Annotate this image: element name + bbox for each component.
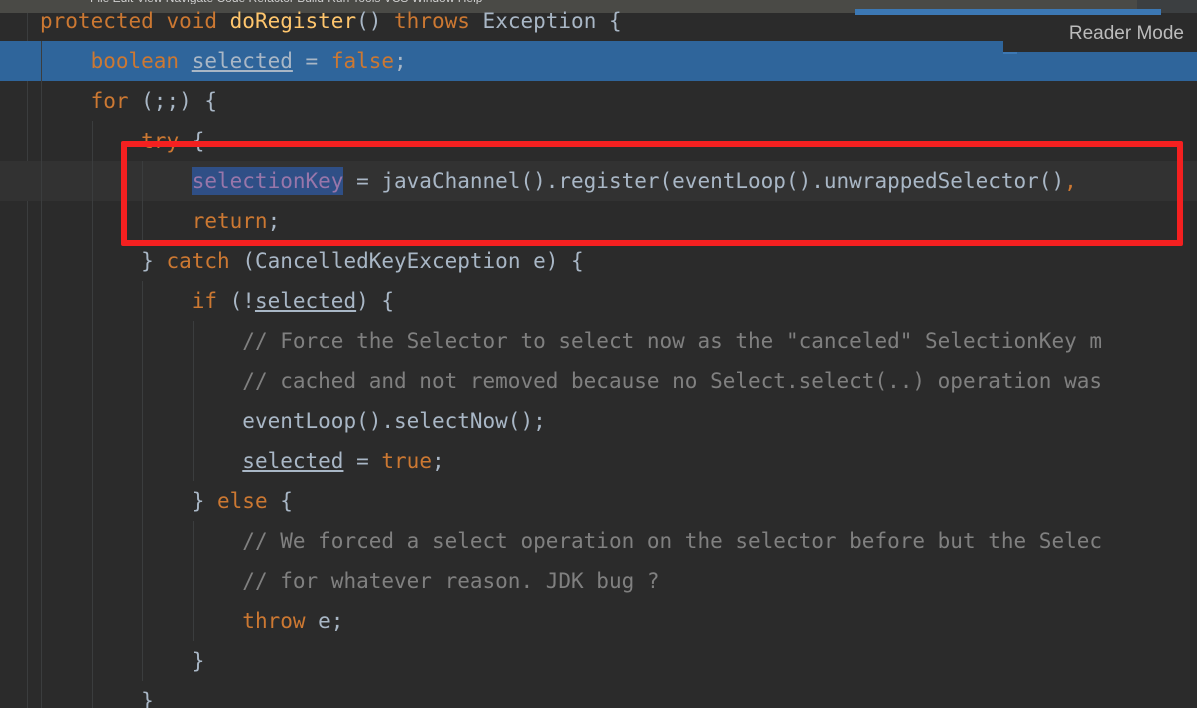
code-token[interactable]: selectionKey	[191, 167, 344, 195]
code-line[interactable]: try {	[0, 121, 1197, 161]
code-line[interactable]: // cached and not removed because no Sel…	[0, 361, 1197, 401]
code-token[interactable]: false	[331, 49, 394, 73]
code-line[interactable]: // Force the Selector to select now as t…	[0, 321, 1197, 361]
code-token[interactable]: true	[381, 449, 432, 473]
code-token[interactable]: ()	[356, 9, 394, 33]
code-token[interactable]: throw	[242, 609, 318, 633]
code-token[interactable]: ;	[268, 209, 281, 233]
code-token[interactable]: }	[141, 689, 154, 708]
code-line[interactable]: if (!selected) {	[0, 281, 1197, 321]
code-line[interactable]: for (;;) {	[0, 81, 1197, 121]
reader-mode-tooltip: Reader Mode	[1003, 16, 1197, 52]
code-token[interactable]: {	[596, 9, 622, 33]
code-token[interactable]: // for whatever reason. JDK bug ?	[242, 569, 659, 593]
code-line[interactable]: selectionKey = javaChannel().register(ev…	[0, 161, 1197, 201]
code-token[interactable]: Exception	[483, 9, 597, 33]
code-token[interactable]: // We forced a select operation on the s…	[242, 529, 1102, 553]
code-token[interactable]: protected	[40, 9, 166, 33]
code-token[interactable]: e;	[318, 609, 343, 633]
code-token[interactable]: ;	[394, 49, 407, 73]
code-line[interactable]: // for whatever reason. JDK bug ?	[0, 561, 1197, 601]
code-line[interactable]: throw e;	[0, 601, 1197, 641]
code-token[interactable]: }	[141, 249, 166, 273]
code-line[interactable]: }	[0, 641, 1197, 681]
code-token[interactable]: (!	[230, 289, 255, 313]
code-token[interactable]: = javaChannel().register(eventLoop().unw…	[343, 169, 1064, 193]
code-editor[interactable]: protected void doRegister() throws Excep…	[0, 9, 1197, 708]
editor-window: File Edit View Navigate Code Refactor Bu…	[0, 0, 1197, 708]
code-line[interactable]: return;	[0, 201, 1197, 241]
code-token[interactable]: }	[192, 649, 205, 673]
code-token[interactable]: try	[141, 129, 179, 153]
code-token[interactable]: else	[217, 489, 268, 513]
code-token[interactable]: catch	[166, 249, 242, 273]
code-token[interactable]: (;;) {	[141, 89, 217, 113]
code-token[interactable]: boolean	[91, 49, 192, 73]
reader-mode-indicator-bar[interactable]	[855, 9, 1161, 15]
code-line[interactable]: } catch (CancelledKeyException e) {	[0, 241, 1197, 281]
code-token[interactable]: doRegister	[230, 9, 356, 33]
code-token[interactable]: // Force the Selector to select now as t…	[242, 329, 1102, 353]
code-line[interactable]: } else {	[0, 481, 1197, 521]
code-token[interactable]: =	[293, 49, 331, 73]
code-token[interactable]: {	[179, 129, 205, 153]
reader-mode-tooltip-label: Reader Mode	[1068, 23, 1184, 44]
code-token[interactable]: ) {	[356, 289, 394, 313]
code-token[interactable]: selected	[255, 289, 356, 313]
code-line[interactable]: selected = true;	[0, 441, 1197, 481]
code-token[interactable]: if	[192, 289, 230, 313]
code-line[interactable]: eventLoop().selectNow();	[0, 401, 1197, 441]
code-token[interactable]: throws	[394, 9, 483, 33]
code-token[interactable]: ;	[432, 449, 445, 473]
code-token[interactable]: selected	[242, 449, 343, 473]
code-token[interactable]: }	[192, 489, 217, 513]
code-token[interactable]: selected	[192, 49, 293, 73]
code-token[interactable]: // cached and not removed because no Sel…	[242, 369, 1102, 393]
code-lines[interactable]: protected void doRegister() throws Excep…	[0, 9, 1197, 708]
code-token[interactable]: void	[166, 9, 229, 33]
code-token[interactable]: return	[192, 209, 268, 233]
code-token[interactable]: for	[91, 89, 142, 113]
code-token[interactable]: {	[268, 489, 293, 513]
code-line[interactable]: }	[0, 681, 1197, 708]
code-token[interactable]: (CancelledKeyException e) {	[242, 249, 583, 273]
code-token[interactable]: ,	[1064, 169, 1077, 193]
code-line[interactable]: // We forced a select operation on the s…	[0, 521, 1197, 561]
code-token[interactable]: =	[343, 449, 381, 473]
code-token[interactable]: eventLoop().selectNow();	[242, 409, 545, 433]
